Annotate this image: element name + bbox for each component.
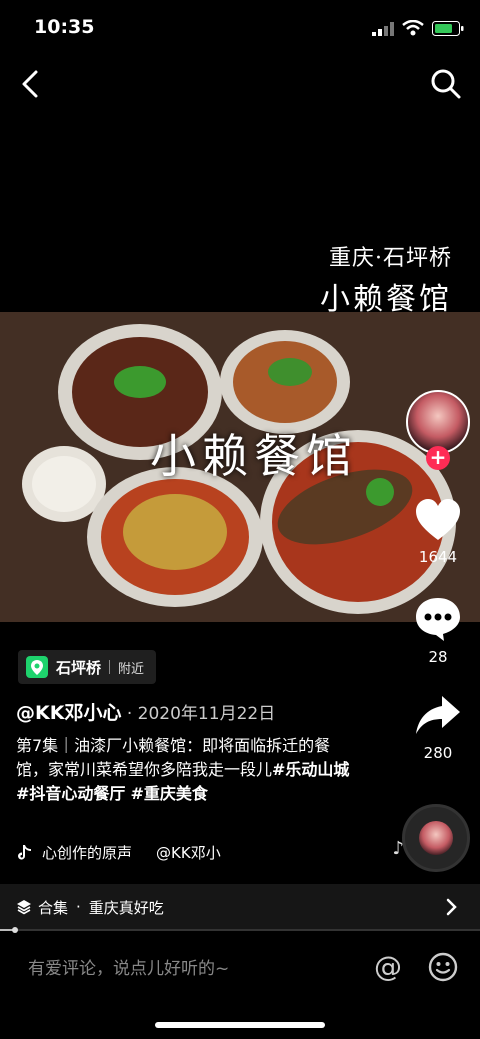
location-nearby: 附近 — [118, 661, 145, 677]
comment-button[interactable]: 28 — [406, 596, 470, 666]
status-time: 10:35 — [34, 16, 95, 38]
location-divider — [109, 660, 111, 674]
share-count: 280 — [423, 744, 453, 762]
comment-input[interactable]: 有爱评论，说点儿好听的~ — [28, 954, 229, 979]
hashtag-2[interactable]: #抖音心动餐厅 — [16, 784, 125, 803]
emoji-icon[interactable] — [428, 952, 458, 982]
like-count: 1644 — [418, 548, 458, 566]
video-progress-bar[interactable] — [0, 927, 480, 933]
battery-icon — [432, 21, 464, 36]
music-title: 心创作的原声 — [42, 844, 133, 862]
follow-button[interactable]: + — [426, 446, 450, 470]
share-button[interactable]: 280 — [406, 694, 470, 762]
chevron-right-icon[interactable] — [446, 898, 458, 916]
collection-name: 重庆真好吃 — [88, 898, 164, 917]
post-date: 2020年11月22日 — [137, 704, 276, 724]
hashtag-3[interactable]: #重庆美食 — [131, 784, 208, 803]
back-icon[interactable] — [16, 66, 48, 102]
comment-count: 28 — [428, 648, 448, 666]
comment-bar[interactable]: 有爱评论，说点儿好听的~ @ — [0, 936, 480, 996]
date-separator: · — [121, 704, 138, 724]
location-name: 石坪桥 — [56, 658, 102, 677]
collection-separator: · — [76, 898, 81, 916]
comment-icon — [416, 598, 460, 641]
share-icon — [416, 696, 460, 734]
caption-line1: 重庆·石坪桥 — [329, 246, 452, 271]
author-line: @KK邓小心 · 2020年11月22日 — [16, 698, 275, 725]
signal-icon — [372, 22, 394, 36]
location-pin-icon — [26, 656, 48, 678]
author-name[interactable]: @KK邓小心 — [16, 702, 121, 724]
wifi-icon — [402, 20, 424, 36]
music-disc-cover — [419, 821, 453, 855]
post-description: 第7集｜油漆厂小赖餐馆：即将面临拆迁的餐馆，家常川菜希望你多陪我走一段儿#乐动山… — [16, 734, 356, 806]
video-caption: 重庆·石坪桥 小赖餐馆 — [320, 240, 452, 318]
location-tag[interactable]: 石坪桥 附近 — [18, 650, 157, 684]
like-button[interactable]: 1644 — [406, 498, 470, 566]
author-avatar[interactable]: + — [406, 390, 470, 470]
home-indicator — [155, 1022, 325, 1028]
music-author: @KK邓小 — [156, 844, 221, 862]
mention-button[interactable]: @ — [374, 950, 402, 983]
collection-label: 合集 — [38, 898, 69, 917]
music-line[interactable]: 心创作的原声 @KK邓小 — [16, 842, 221, 863]
progress-knob[interactable] — [12, 927, 18, 933]
collection-bar[interactable]: 合集 · 重庆真好吃 — [0, 884, 480, 930]
heart-icon — [416, 499, 460, 540]
layers-icon — [17, 900, 31, 915]
search-icon[interactable] — [430, 68, 462, 100]
music-disc[interactable] — [402, 804, 470, 872]
status-bar: 10:35 — [0, 0, 480, 56]
hashtag-1[interactable]: #乐动山城 — [272, 760, 349, 779]
video-overlay-title: 小赖餐馆 — [150, 429, 358, 483]
tiktok-note-icon — [18, 844, 31, 860]
